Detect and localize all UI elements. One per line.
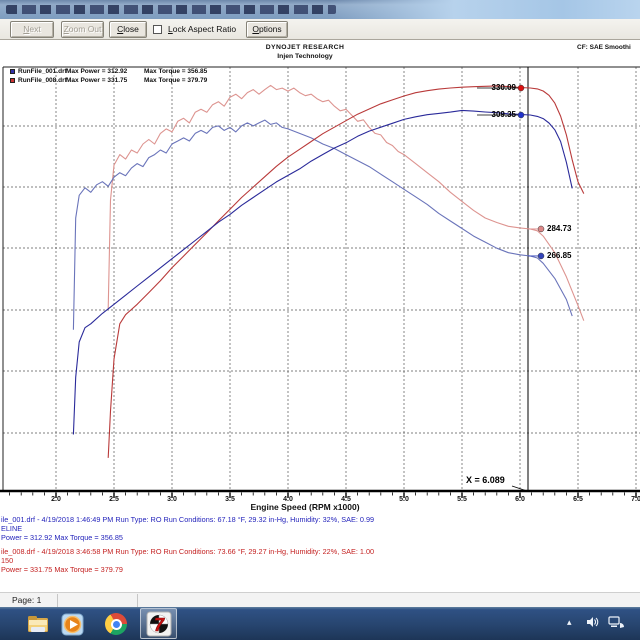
x-tick-7.0: 7.0 <box>625 496 640 503</box>
lock-aspect-ratio-label: Lock Aspect Ratio <box>168 23 236 36</box>
legend-max-torque: Max Torque = 379.79 <box>144 77 207 84</box>
dynojet-winpep-taskbar-button[interactable]: 7 <box>140 608 177 639</box>
svg-text:7: 7 <box>154 615 165 635</box>
x-tick-2.0: 2.0 <box>45 496 67 503</box>
titlebar-glass <box>330 0 640 19</box>
x-tick-6.0: 6.0 <box>509 496 531 503</box>
legend-file-name: RunFile_008.drf <box>18 77 66 84</box>
x-axis-title: Engine Speed (RPM x1000) <box>220 502 390 512</box>
run2-note-line: 150 <box>1 556 13 565</box>
x-tick-6.5: 6.5 <box>567 496 589 503</box>
legend-swatch-red <box>10 78 15 83</box>
torque-run008-at-cursor-dot <box>538 226 544 232</box>
next-button[interactable]: Next <box>10 21 54 38</box>
x-tick-3.0: 3.0 <box>161 496 183 503</box>
file-explorer-icon[interactable] <box>26 612 50 636</box>
status-separator <box>57 594 58 607</box>
legend-max-power: Max Power = 331.75 <box>66 77 144 84</box>
page-indicator: Page: 1 <box>12 595 41 605</box>
options-button[interactable]: Options <box>246 21 288 38</box>
zoom-out-button[interactable]: Zoom Out <box>61 21 104 38</box>
power-run001-at-cursor-label: 309.35 <box>492 110 516 119</box>
media-player-icon[interactable] <box>61 613 85 637</box>
torque-run001-at-cursor-label: 266.85 <box>547 251 571 260</box>
power-run008-at-cursor-dot <box>518 85 524 91</box>
run1-info-line: ile_001.drf - 4/19/2018 1:46:49 PM Run T… <box>1 515 374 524</box>
run1-note-line: ELINE <box>1 524 22 533</box>
legend-max-torque: Max Torque = 356.85 <box>144 68 207 75</box>
show-hidden-icons-icon[interactable]: ▴ <box>567 617 572 628</box>
legend-file-name: RunFile_001.drf <box>18 68 66 75</box>
curve-runfile-001-torque <box>73 120 572 330</box>
lock-aspect-ratio-checkbox[interactable] <box>153 25 162 34</box>
window-title-blur <box>6 5 336 14</box>
taskbar: 7 ▴ <box>0 607 640 640</box>
toolbar: Next Zoom Out Close Lock Aspect Ratio Op… <box>0 19 640 40</box>
legend-swatch-blue <box>10 69 15 74</box>
volume-icon[interactable] <box>585 615 599 631</box>
chrome-icon[interactable] <box>105 613 129 637</box>
legend-row-run001: RunFile_001.drf Max Power = 312.92 Max T… <box>10 68 207 75</box>
legend-row-run008: RunFile_008.drf Max Power = 331.75 Max T… <box>10 77 207 84</box>
run1-maxvalues-line: Power = 312.92 Max Torque = 356.85 <box>1 533 123 542</box>
status-bar: Page: 1 <box>0 592 640 607</box>
screen: { "window": { "toolbar": { "next_label":… <box>0 0 640 640</box>
power-run001-at-cursor-dot <box>518 112 524 118</box>
torque-run008-at-cursor-label: 284.73 <box>547 224 571 233</box>
dyno-plot-area[interactable] <box>0 40 640 512</box>
x-tick-5.0: 5.0 <box>393 496 415 503</box>
close-button[interactable]: Close <box>109 21 147 38</box>
legend-max-power: Max Power = 312.92 <box>66 68 144 75</box>
power-run008-at-cursor-label: 330.09 <box>492 83 516 92</box>
network-icon[interactable] <box>608 616 624 631</box>
x-tick-5.5: 5.5 <box>451 496 473 503</box>
window-title-bar[interactable] <box>0 0 640 19</box>
run2-maxvalues-line: Power = 331.75 Max Torque = 379.79 <box>1 565 123 574</box>
run2-info-line: ile_008.drf - 4/19/2018 3:46:58 PM Run T… <box>1 547 374 556</box>
cursor-x-value: X = 6.089 <box>466 475 505 485</box>
x-tick-2.5: 2.5 <box>103 496 125 503</box>
status-separator <box>137 594 138 607</box>
torque-run001-at-cursor-dot <box>538 253 544 259</box>
